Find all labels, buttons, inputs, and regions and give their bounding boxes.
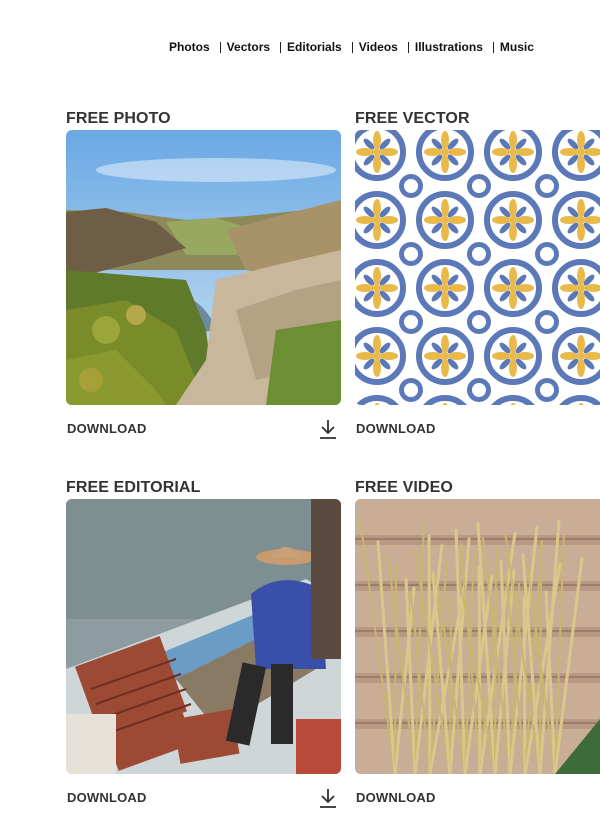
nav-divider: [280, 41, 282, 53]
nav-item-photos[interactable]: Photos: [169, 40, 210, 54]
card-title: FREE VECTOR: [355, 110, 470, 127]
download-link[interactable]: DOWNLOAD: [356, 421, 436, 436]
nav-item-music[interactable]: Music: [500, 40, 534, 54]
free-editorial-image[interactable]: [66, 499, 341, 774]
nav-divider: [351, 41, 353, 53]
nav-item-vectors[interactable]: Vectors: [227, 40, 270, 54]
category-nav: Photos Vectors Editorials Videos Illustr…: [169, 39, 534, 55]
free-video-image[interactable]: [355, 499, 600, 774]
nav-divider: [492, 41, 494, 53]
download-arrow-icon[interactable]: [318, 418, 338, 440]
nav-divider: [407, 41, 409, 53]
free-photo-image[interactable]: [66, 130, 341, 405]
download-arrow-icon[interactable]: [318, 787, 338, 809]
free-vector-image[interactable]: [355, 130, 600, 405]
download-link[interactable]: DOWNLOAD: [67, 790, 147, 805]
nav-item-illustrations[interactable]: Illustrations: [415, 40, 483, 54]
nav-item-videos[interactable]: Videos: [359, 40, 398, 54]
download-link[interactable]: DOWNLOAD: [67, 421, 147, 436]
card-title: FREE VIDEO: [355, 479, 453, 496]
card-title: FREE PHOTO: [66, 110, 171, 127]
card-title: FREE EDITORIAL: [66, 479, 201, 496]
download-link[interactable]: DOWNLOAD: [356, 790, 436, 805]
nav-divider: [219, 41, 221, 53]
nav-item-editorials[interactable]: Editorials: [287, 40, 342, 54]
